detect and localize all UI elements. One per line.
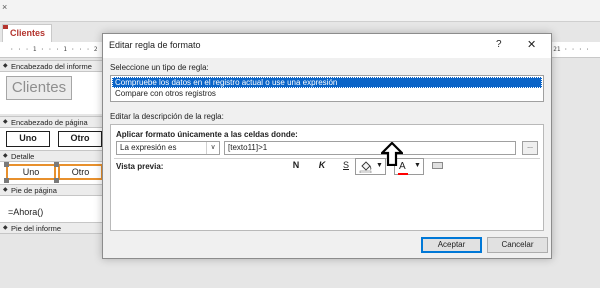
rule-description-panel: Aplicar formato únicamente a las celdas … [110, 124, 544, 231]
section-label: Pie del informe [11, 224, 62, 233]
section-report-footer[interactable]: ◆ Pie del informe [0, 222, 103, 234]
resize-handle[interactable] [4, 162, 9, 167]
dialog-body: Seleccione un tipo de regla: Compruebe l… [103, 58, 551, 258]
section-selector-icon: ◆ [3, 119, 8, 125]
resize-handle[interactable] [54, 162, 59, 167]
enable-data-bar-icon[interactable] [432, 162, 443, 169]
section-selector-icon: ◆ [3, 63, 8, 69]
cancel-button[interactable]: Cancelar [487, 237, 548, 253]
section-selector-icon: ◆ [3, 187, 8, 193]
document-tab-strip: × [0, 0, 600, 22]
rule-type-list[interactable]: Compruebe los datos en el registro actua… [110, 75, 544, 102]
resize-handle[interactable] [4, 178, 9, 183]
section-label: Detalle [11, 152, 35, 161]
footer-date-textbox[interactable]: =Ahora() [8, 207, 43, 217]
section-selector-icon: ◆ [3, 153, 8, 159]
help-icon[interactable]: ? [496, 39, 502, 50]
edit-format-rule-dialog: Editar regla de formato ? ✕ Seleccione u… [102, 33, 552, 259]
report-title-label[interactable]: Clientes [6, 76, 72, 100]
resize-handle[interactable] [54, 178, 59, 183]
section-label: Encabezado de página [11, 118, 88, 127]
edit-description-label: Editar la descripción de la regla: [110, 112, 224, 121]
ruler-ticks-right: · 21 · · · · [546, 46, 590, 53]
condition-type-value: La expresión es [120, 143, 177, 152]
condition-type-select[interactable]: La expresión es ∨ [116, 141, 220, 155]
section-detail[interactable]: ◆ Detalle [0, 150, 103, 162]
section-page-header[interactable]: ◆ Encabezado de página [0, 116, 103, 128]
close-icon[interactable]: ✕ [527, 38, 536, 51]
italic-button[interactable]: K [315, 160, 329, 170]
detail-textbox-otro[interactable]: Otro [58, 164, 103, 180]
bold-button[interactable]: N [289, 160, 303, 170]
preview-label: Vista previa: [116, 162, 164, 171]
section-report-header[interactable]: ◆ Encabezado del informe [0, 60, 103, 72]
select-rule-type-label: Seleccione un tipo de regla: [110, 63, 209, 72]
section-label: Encabezado del informe [11, 62, 92, 71]
header-label-otro[interactable]: Otro [58, 131, 102, 147]
tab-clientes[interactable]: Clientes [2, 24, 52, 42]
close-document-icon[interactable]: × [2, 2, 7, 12]
dialog-title: Editar regla de formato [109, 40, 201, 50]
up-arrow-icon [381, 142, 403, 166]
paint-bucket-icon [359, 161, 372, 173]
divider [114, 158, 540, 159]
expression-builder-button[interactable]: ... [522, 141, 538, 155]
expression-input[interactable]: [texto11]>1 [224, 141, 516, 155]
accept-button[interactable]: Aceptar [421, 237, 482, 253]
rule-type-item-expression[interactable]: Compruebe los datos en el registro actua… [112, 77, 542, 88]
dialog-titlebar[interactable]: Editar regla de formato ? ✕ [103, 34, 551, 58]
rule-type-item-compare[interactable]: Compare con otros registros [112, 88, 542, 99]
underline-button[interactable]: S [339, 160, 353, 170]
apply-format-label: Aplicar formato únicamente a las celdas … [116, 130, 298, 139]
detail-textbox-uno[interactable]: Uno [6, 164, 56, 180]
section-selector-icon: ◆ [3, 225, 8, 231]
header-label-uno[interactable]: Uno [6, 131, 50, 147]
section-page-footer[interactable]: ◆ Pie de página [0, 184, 103, 196]
chevron-down-icon[interactable]: ∨ [206, 142, 219, 154]
section-label: Pie de página [11, 186, 57, 195]
chevron-down-icon: ▼ [414, 162, 421, 169]
